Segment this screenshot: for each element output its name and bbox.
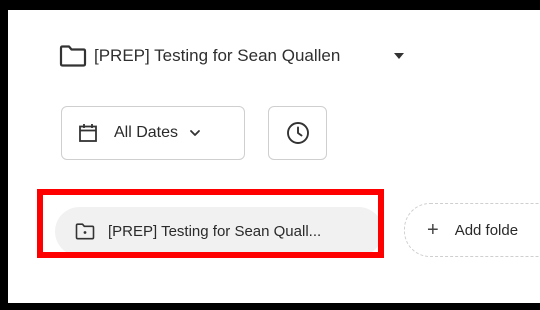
panel: [PREP] Testing for Sean Quallen All Date… — [8, 10, 540, 303]
calendar-icon — [78, 123, 98, 143]
date-filter-dropdown[interactable]: All Dates — [61, 106, 245, 160]
folder-selector[interactable]: [PREP] Testing for Sean Quallen — [59, 36, 405, 76]
caret-down-icon[interactable] — [394, 53, 405, 59]
clock-icon — [286, 121, 310, 145]
chevron-down-icon — [189, 129, 201, 137]
add-folder-button[interactable]: + Add folde — [404, 203, 540, 257]
time-filter-button[interactable] — [268, 106, 327, 160]
add-folder-label: Add folde — [454, 221, 519, 239]
folder-icon — [59, 45, 87, 67]
plus-icon: + — [427, 219, 439, 241]
folder-title: [PREP] Testing for Sean Quallen — [94, 46, 341, 65]
selection-highlight — [37, 189, 384, 258]
date-filter-label: All Dates — [114, 124, 179, 141]
